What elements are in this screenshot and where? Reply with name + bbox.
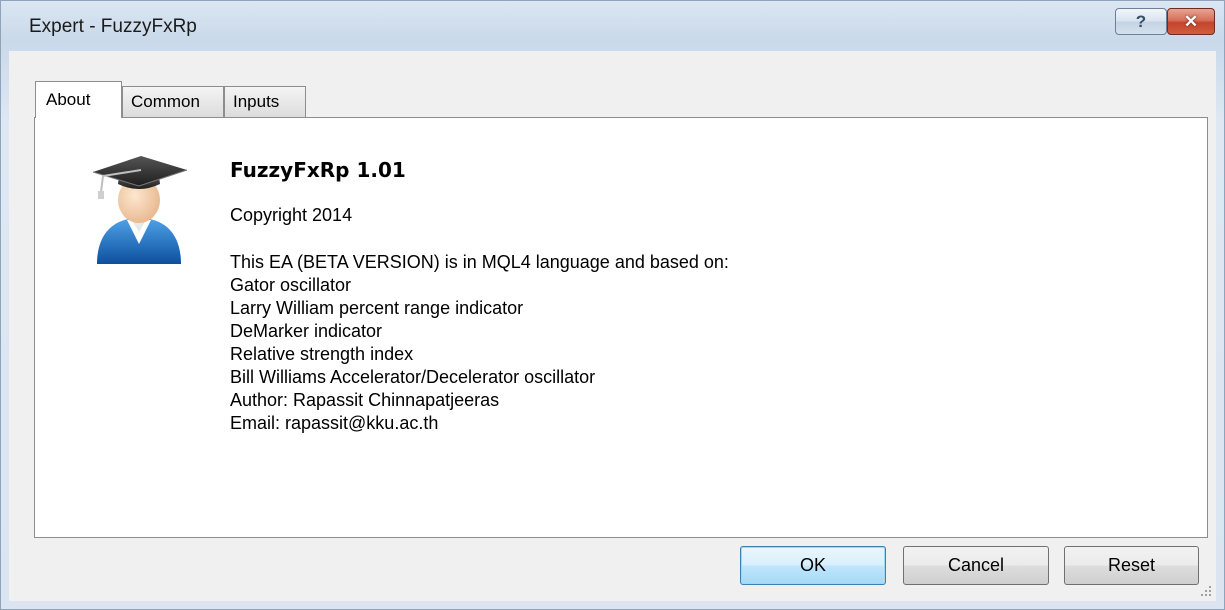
reset-button[interactable]: Reset [1064,546,1199,585]
description-line: Gator oscillator [230,275,352,295]
window-title: Expert - FuzzyFxRp [29,16,197,37]
description-block: This EA (BETA VERSION) is in MQL4 langua… [230,251,729,435]
about-panel: FuzzyFxRp 1.01 Copyright 2014 This EA (B… [34,117,1208,538]
description-line: Email: rapassit@kku.ac.th [230,413,439,433]
help-button[interactable]: ? [1115,8,1167,35]
description-line: This EA (BETA VERSION) is in MQL4 langua… [230,252,729,272]
description-line: Relative strength index [230,344,414,364]
close-button[interactable]: ✕ [1167,8,1215,35]
help-icon: ? [1135,11,1147,31]
graduate-user-icon [92,156,188,264]
resize-grip-icon[interactable] [1200,585,1212,597]
expert-dialog-window: Expert - FuzzyFxRp ? ✕ About Common Inpu… [0,0,1225,610]
title-bar[interactable]: Expert - FuzzyFxRp ? ✕ [1,1,1224,51]
description-line: Larry William percent range indicator [230,298,524,318]
product-title: FuzzyFxRp 1.01 [230,158,406,182]
description-line: Bill Williams Accelerator/Decelerator os… [230,367,596,387]
cancel-button[interactable]: Cancel [903,546,1049,585]
tab-common[interactable]: Common [122,86,224,117]
description-line: Author: Rapassit Chinnapatjeeras [230,390,500,410]
tab-inputs[interactable]: Inputs [224,86,306,117]
dialog-body: About Common Inputs FuzzyFxRp 1.01 Copyr… [9,51,1216,601]
copyright-text: Copyright 2014 [230,205,353,225]
ok-button[interactable]: OK [740,546,886,585]
close-icon: ✕ [1183,11,1199,31]
tab-about[interactable]: About [35,81,122,118]
description-line: DeMarker indicator [230,321,383,341]
